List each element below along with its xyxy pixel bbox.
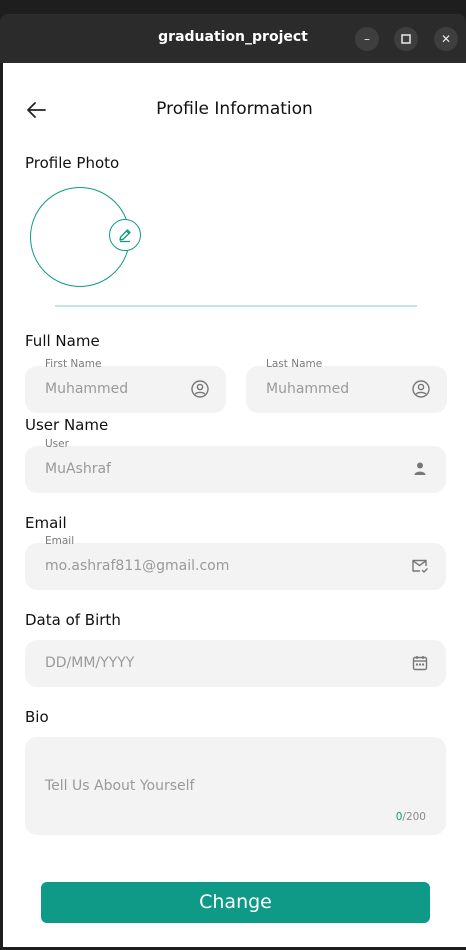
- first-name-placeholder: Muhammed: [45, 381, 129, 397]
- calendar-icon: [412, 656, 428, 671]
- email-field[interactable]: Email mo.ashraf811@gmail.com: [25, 535, 446, 590]
- user-name-label: User Name: [25, 416, 109, 434]
- window-titlebar: graduation_project – ✕: [0, 14, 466, 63]
- bio-textarea[interactable]: Tell Us About Yourself 0/200: [25, 737, 446, 835]
- first-name-field-label: First Name: [45, 358, 102, 370]
- maximize-icon: [401, 34, 411, 44]
- change-button[interactable]: Change: [41, 882, 430, 923]
- first-name-field[interactable]: First Name Muhammed: [25, 358, 226, 413]
- last-name-field-label: Last Name: [266, 358, 323, 370]
- person-icon: [414, 462, 426, 475]
- section-divider: [55, 305, 417, 307]
- user-name-field-label: User: [45, 438, 69, 450]
- email-label: Email: [25, 514, 67, 532]
- close-button[interactable]: ✕: [434, 27, 458, 51]
- user-name-field[interactable]: User MuAshraf: [25, 438, 446, 493]
- mail-check-icon: [412, 559, 428, 573]
- email-placeholder: mo.ashraf811@gmail.com: [45, 558, 230, 574]
- profile-photo-label: Profile Photo: [25, 154, 120, 172]
- bio-character-counter: 0/200: [396, 811, 426, 823]
- maximize-button[interactable]: [394, 27, 418, 51]
- profile-page: Profile Information Profile Photo Full N…: [3, 63, 466, 947]
- edit-photo-button[interactable]: [109, 219, 141, 251]
- page-title: Profile Information: [156, 99, 313, 119]
- dob-field[interactable]: DD/MM/YYYY: [25, 640, 446, 687]
- bio-max: /200: [402, 811, 426, 823]
- email-field-label: Email: [45, 535, 75, 547]
- bio-label: Bio: [25, 708, 49, 726]
- user-circle-icon: [412, 380, 430, 398]
- pencil-icon: [119, 229, 131, 243]
- last-name-placeholder: Muhammed: [266, 381, 350, 397]
- bio-placeholder: Tell Us About Yourself: [45, 778, 195, 794]
- last-name-field[interactable]: Last Name Muhammed: [246, 358, 447, 413]
- dob-placeholder: DD/MM/YYYY: [45, 655, 135, 671]
- full-name-label: Full Name: [25, 332, 100, 350]
- user-name-placeholder: MuAshraf: [45, 461, 111, 477]
- minimize-button[interactable]: –: [355, 27, 379, 51]
- dob-label: Data of Birth: [25, 611, 121, 629]
- user-circle-icon: [191, 380, 209, 398]
